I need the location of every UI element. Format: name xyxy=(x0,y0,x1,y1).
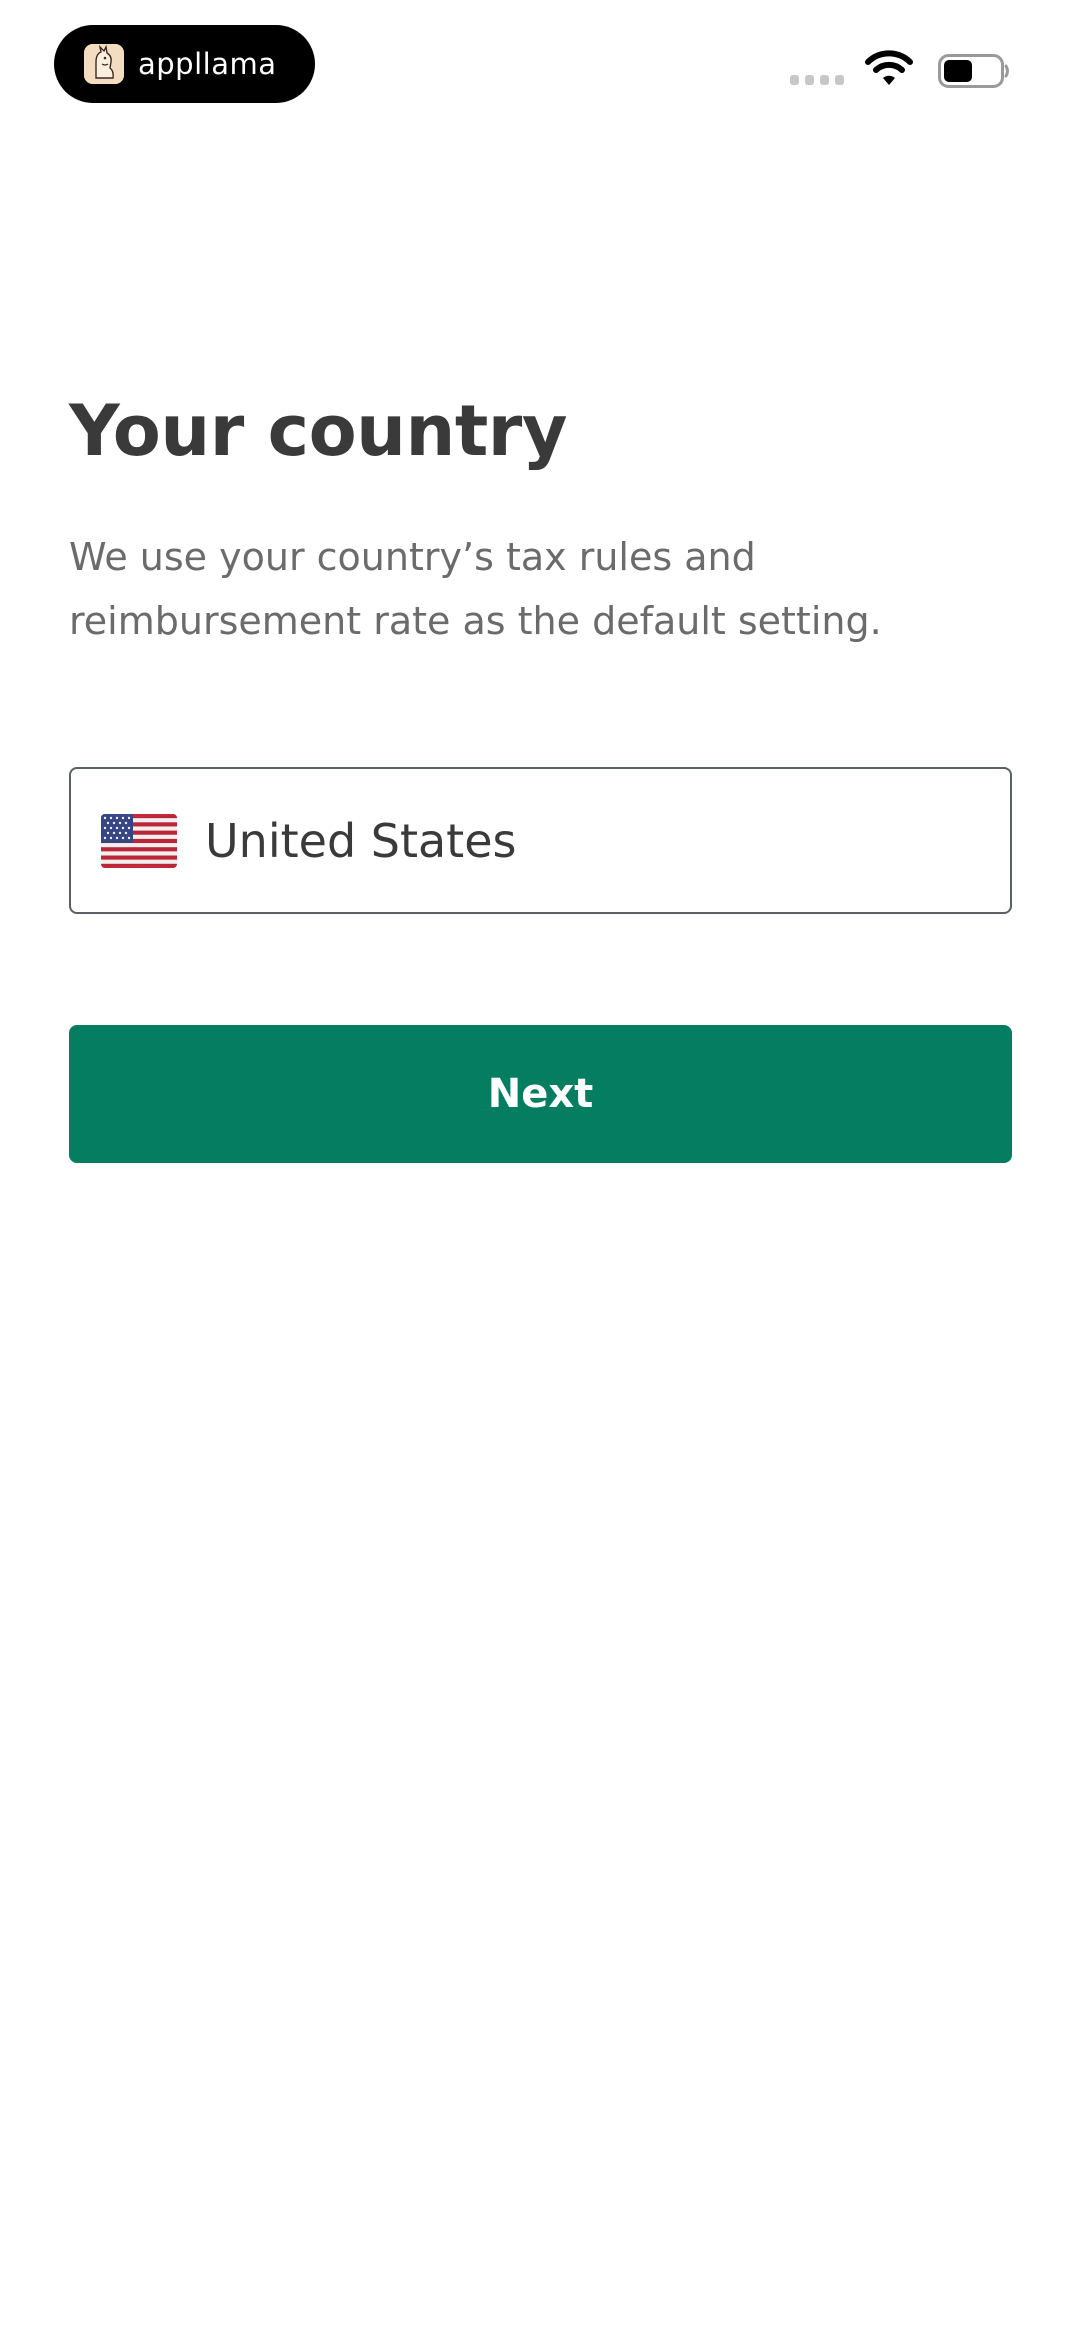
country-setup-screen: appllama Your country We use your countr… xyxy=(0,0,1080,2337)
next-button[interactable]: Next xyxy=(69,1025,1012,1163)
status-bar: appllama xyxy=(0,0,1080,130)
country-name-value: United States xyxy=(205,813,517,868)
signal-icon xyxy=(790,75,844,85)
wifi-icon xyxy=(864,49,914,92)
page-title: Your country xyxy=(69,390,567,472)
app-name-label: appllama xyxy=(138,47,277,81)
llama-logo-icon xyxy=(84,44,124,84)
app-badge: appllama xyxy=(54,25,315,103)
page-description: We use your country’s tax rules and reim… xyxy=(69,535,882,643)
us-flag-icon xyxy=(101,813,177,868)
status-indicators xyxy=(790,48,1009,92)
battery-icon xyxy=(938,54,1009,88)
country-select-field[interactable]: United States xyxy=(69,767,1012,914)
